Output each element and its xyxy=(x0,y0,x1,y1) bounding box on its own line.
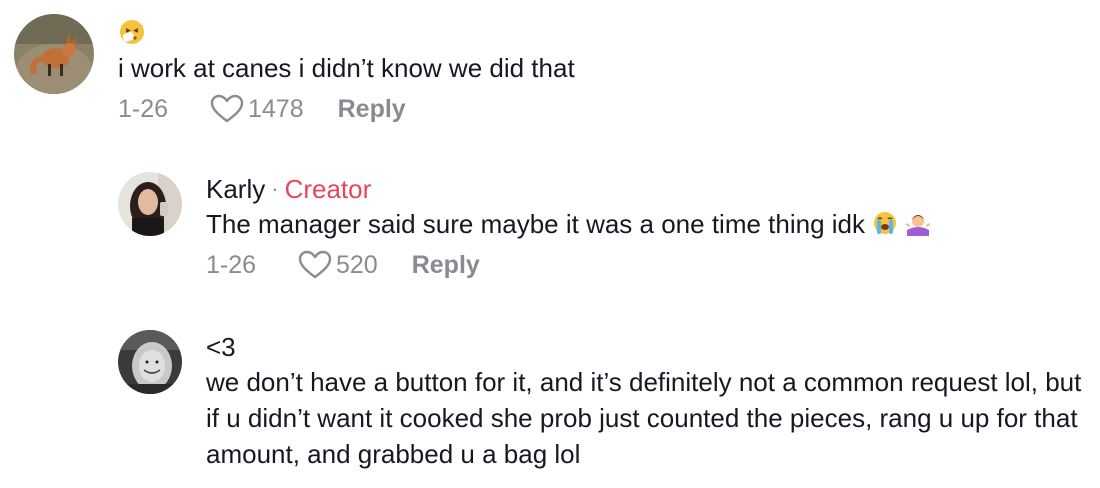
comment-text: i work at canes i didn’t know we did tha… xyxy=(118,53,575,83)
avatar-image xyxy=(118,172,182,236)
comment-body: i work at canes i didn’t know we did tha… xyxy=(118,14,575,124)
reply-button[interactable]: Reply xyxy=(412,251,480,280)
comment-thread: i work at canes i didn’t know we did tha… xyxy=(0,0,1100,488)
heart-icon xyxy=(210,94,244,123)
like-count: 1478 xyxy=(248,94,304,123)
heart-icon xyxy=(298,250,332,279)
reply-comment: Karly · Creator The manager said sure ma… xyxy=(118,172,931,280)
avatar[interactable] xyxy=(118,330,182,394)
reply-comment: <3 we don’t have a button for it, and it… xyxy=(118,330,1086,472)
person-shrugging-emoji xyxy=(905,210,931,236)
comment-meta: 1-26 520 Reply xyxy=(206,250,931,280)
comment-text: The manager said sure maybe it was a one… xyxy=(206,206,931,242)
comment-meta: 1-26 1478 Reply xyxy=(118,94,575,124)
username-text: <3 xyxy=(206,332,236,362)
comment-username[interactable]: <3 xyxy=(206,330,1086,364)
comment-date: 1-26 xyxy=(206,250,257,279)
comment: i work at canes i didn’t know we did tha… xyxy=(14,14,575,124)
avatar-image xyxy=(118,330,182,394)
reply-button[interactable]: Reply xyxy=(338,95,406,124)
like-button[interactable]: 520 xyxy=(298,250,378,280)
comment-date: 1-26 xyxy=(118,94,169,123)
badge-separator: · xyxy=(271,176,279,201)
creator-badge: Creator xyxy=(284,174,372,204)
like-button[interactable]: 1478 xyxy=(210,94,304,124)
avatar[interactable] xyxy=(14,14,94,94)
comment-emoji-line xyxy=(118,14,575,50)
comment-body: <3 we don’t have a button for it, and it… xyxy=(206,330,1086,472)
comment-text-content: The manager said sure maybe it was a one… xyxy=(206,209,866,239)
avatar[interactable] xyxy=(118,172,182,236)
username-text: Karly xyxy=(206,174,266,204)
avatar-image xyxy=(14,14,94,94)
comment-body: Karly · Creator The manager said sure ma… xyxy=(206,172,931,280)
comment-username[interactable]: Karly · Creator xyxy=(206,172,931,206)
sneezing-face-emoji xyxy=(118,18,146,46)
comment-text: we don’t have a button for it, and it’s … xyxy=(206,367,1082,469)
loudly-crying-face-emoji xyxy=(872,210,898,236)
like-count: 520 xyxy=(336,250,378,279)
